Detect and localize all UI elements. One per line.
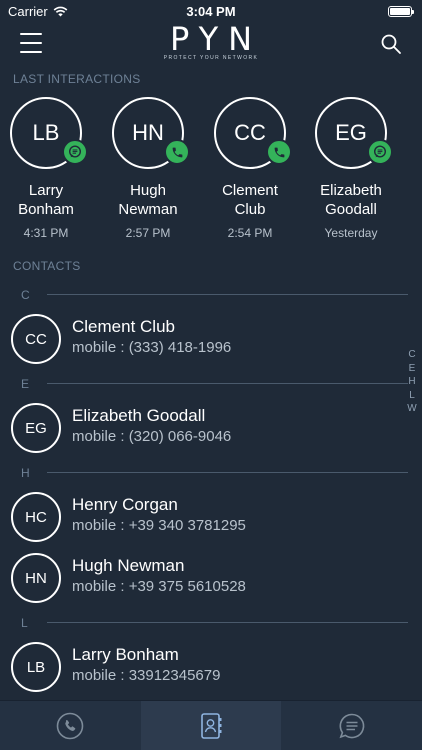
contact-row[interactable]: HN Hugh Newman mobile : +39 375 5610528 [0, 546, 422, 610]
index-letter[interactable]: W [405, 402, 419, 416]
contacts-book-icon [201, 713, 222, 739]
section-divider-h: H [0, 460, 422, 485]
section-letter: L [21, 616, 28, 630]
battery-icon [388, 5, 414, 17]
alphabet-index[interactable]: C E H L W [405, 348, 419, 416]
search-icon[interactable] [380, 33, 402, 55]
recent-item[interactable]: LB Larry Bonham 4:31 PM [0, 97, 96, 240]
index-letter[interactable]: L [405, 389, 419, 403]
recent-time: 2:57 PM [125, 226, 171, 240]
avatar: HN [112, 97, 190, 169]
last-interactions-header: LAST INTERACTIONS [13, 72, 141, 86]
contact-name: Henry Corgan [72, 495, 178, 514]
contact-name: Hugh Newman [72, 556, 185, 575]
logo-tagline: PROTECT YOUR NETWORK [163, 55, 259, 61]
avatar: LB [11, 642, 61, 692]
logo-wordmark: PYN [170, 20, 263, 58]
recent-time: 2:54 PM [227, 226, 273, 240]
tab-messages[interactable] [282, 701, 422, 750]
contact-name: Clement Club [72, 317, 175, 336]
contacts-header: CONTACTS [13, 259, 81, 273]
contact-phone: mobile : +39 375 5610528 [72, 578, 246, 595]
status-bar: Carrier 3:04 PM [0, 0, 422, 22]
section-letter: H [21, 466, 30, 480]
avatar: EG [315, 97, 393, 169]
recent-name: Clement Club [222, 182, 278, 218]
nav-bar: PYN PROTECT YOUR NETWORK [0, 22, 422, 66]
message-icon [367, 139, 393, 165]
contact-row[interactable]: EG Elizabeth Goodall mobile : (320) 066-… [0, 396, 422, 460]
status-left: Carrier [8, 4, 68, 19]
section-divider-c: C [0, 282, 422, 307]
contact-phone: mobile : (333) 418-1996 [72, 339, 232, 356]
contact-name: Larry Bonham [72, 645, 179, 664]
recent-item[interactable]: HN Hugh Newman 2:57 PM [98, 97, 198, 240]
phone-icon [266, 139, 292, 165]
avatar: CC [214, 97, 292, 169]
carrier-label: Carrier [8, 3, 48, 19]
recent-name: Elizabeth Goodall [320, 182, 382, 218]
contact-phone: mobile : (320) 066-9046 [72, 428, 232, 445]
recent-name: Hugh Newman [118, 182, 178, 218]
tab-bar [0, 700, 422, 750]
section-divider-l: L [0, 610, 422, 635]
menu-icon[interactable] [20, 33, 42, 53]
index-letter[interactable]: C [405, 348, 419, 362]
avatar: HN [11, 553, 61, 603]
section-divider-e: E [0, 371, 422, 396]
tab-contacts[interactable] [141, 701, 281, 750]
avatar: EG [11, 403, 61, 453]
contact-phone: mobile : +39 340 3781295 [72, 517, 246, 534]
contacts-list: C CC Clement Club mobile : (333) 418-199… [0, 282, 422, 699]
recent-item[interactable]: CC Clement Club 2:54 PM [200, 97, 300, 240]
tab-calls[interactable] [0, 701, 140, 750]
contact-phone: mobile : 33912345679 [72, 667, 221, 684]
contact-row[interactable]: CC Clement Club mobile : (333) 418-1996 [0, 307, 422, 371]
contact-row[interactable]: LB Larry Bonham mobile : 33912345679 [0, 635, 422, 699]
avatar: LB [10, 97, 88, 169]
recent-time: Yesterday [324, 226, 378, 240]
recent-item[interactable]: EG Elizabeth Goodall Yesterday [301, 97, 401, 240]
section-letter: C [21, 288, 30, 302]
phone-icon [56, 712, 84, 740]
recent-name: Larry Bonham [18, 182, 74, 218]
index-letter[interactable]: E [405, 362, 419, 376]
contact-name: Elizabeth Goodall [72, 406, 206, 425]
recent-time: 4:31 PM [23, 226, 69, 240]
section-letter: E [21, 377, 30, 391]
contact-row[interactable]: HC Henry Corgan mobile : +39 340 3781295 [0, 485, 422, 549]
wifi-icon [53, 6, 68, 16]
app-logo: PYN PROTECT YOUR NETWORK [160, 22, 262, 61]
chat-bubble-icon [339, 713, 365, 739]
avatar: CC [11, 314, 61, 364]
recent-interactions: LB Larry Bonham 4:31 PM HN Hugh Newman 2:5… [0, 97, 422, 247]
message-icon [62, 139, 88, 165]
index-letter[interactable]: H [405, 375, 419, 389]
phone-icon [164, 139, 190, 165]
avatar: HC [11, 492, 61, 542]
